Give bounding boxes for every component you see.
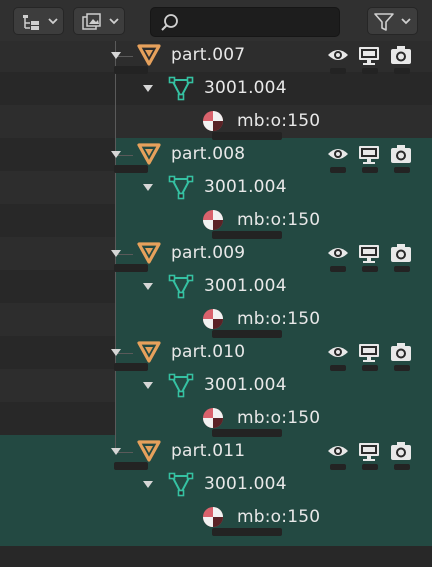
camera-icon[interactable]	[389, 142, 413, 166]
disclosure-triangle-icon	[111, 448, 121, 455]
search-icon	[161, 14, 178, 31]
mesh-data-icon	[168, 273, 194, 299]
filter-view-dropdown[interactable]	[73, 7, 125, 35]
mesh-data-row[interactable]: 3001.004	[0, 270, 432, 303]
material-icon	[200, 108, 226, 134]
eye-icon[interactable]	[326, 439, 350, 463]
disclosure-triangle-icon	[143, 382, 153, 389]
object-name[interactable]: part.010	[171, 342, 245, 362]
mesh-data-row[interactable]: 3001.004	[0, 171, 432, 204]
material-row[interactable]: mb:o:150	[0, 501, 432, 536]
search-input[interactable]	[185, 12, 333, 32]
mesh-data-name[interactable]: 3001.004	[204, 177, 287, 197]
mesh-object-icon	[136, 438, 162, 464]
object-name[interactable]: part.009	[171, 243, 245, 263]
mesh-object-icon	[136, 240, 162, 266]
eye-icon[interactable]	[326, 142, 350, 166]
expand-toggle[interactable]	[109, 147, 123, 161]
material-name[interactable]: mb:o:150	[237, 210, 320, 230]
disclosure-triangle-icon	[111, 151, 121, 158]
mesh-data-name[interactable]: 3001.004	[204, 375, 287, 395]
material-name[interactable]: mb:o:150	[237, 111, 320, 131]
mesh-data-icon	[168, 174, 194, 200]
expand-toggle[interactable]	[141, 81, 155, 95]
camera-icon[interactable]	[389, 43, 413, 67]
display-mode-dropdown[interactable]	[13, 7, 64, 35]
outliner-panel: part.007 3001.004 mb:o:150 part.008 3001.004…	[0, 0, 432, 567]
monitor-icon[interactable]	[357, 439, 381, 463]
mesh-data-name[interactable]: 3001.004	[204, 78, 287, 98]
chevron-down-icon	[109, 18, 119, 25]
mesh-object-icon	[136, 42, 162, 68]
disclosure-triangle-icon	[143, 481, 153, 488]
expand-toggle[interactable]	[141, 378, 155, 392]
material-name[interactable]: mb:o:150	[237, 507, 320, 527]
object-name[interactable]: part.008	[171, 144, 245, 164]
image-stack-icon	[82, 13, 101, 30]
mesh-data-icon	[168, 372, 194, 398]
expand-toggle[interactable]	[109, 444, 123, 458]
disclosure-triangle-icon	[111, 250, 121, 257]
expand-toggle[interactable]	[109, 345, 123, 359]
mesh-object-icon	[136, 339, 162, 365]
monitor-icon[interactable]	[357, 43, 381, 67]
expand-toggle[interactable]	[141, 180, 155, 194]
monitor-icon[interactable]	[357, 142, 381, 166]
object-row[interactable]: part.008	[0, 138, 432, 173]
mesh-data-name[interactable]: 3001.004	[204, 276, 287, 296]
object-row[interactable]: part.007	[0, 39, 432, 74]
disclosure-triangle-icon	[111, 52, 121, 59]
expand-toggle[interactable]	[141, 477, 155, 491]
material-row[interactable]: mb:o:150	[0, 105, 432, 140]
filter-dropdown[interactable]	[367, 7, 418, 35]
outliner-tree-icon	[23, 15, 39, 30]
expand-toggle[interactable]	[109, 246, 123, 260]
mesh-data-icon	[168, 75, 194, 101]
expand-toggle[interactable]	[109, 48, 123, 62]
eye-icon[interactable]	[326, 241, 350, 265]
chevron-down-icon	[48, 18, 58, 25]
material-shadow	[212, 528, 282, 536]
mesh-data-icon	[168, 471, 194, 497]
mesh-data-row[interactable]: 3001.004	[0, 72, 432, 105]
camera-icon[interactable]	[389, 340, 413, 364]
material-icon	[200, 405, 226, 431]
monitor-icon[interactable]	[357, 340, 381, 364]
mesh-data-name[interactable]: 3001.004	[204, 474, 287, 494]
material-icon	[200, 306, 226, 332]
search-box[interactable]	[150, 7, 340, 37]
mesh-data-row[interactable]: 3001.004	[0, 369, 432, 402]
object-row[interactable]: part.009	[0, 237, 432, 272]
mesh-object-icon	[136, 141, 162, 167]
camera-icon[interactable]	[389, 439, 413, 463]
chevron-down-icon	[401, 18, 411, 25]
eye-icon[interactable]	[326, 340, 350, 364]
expand-toggle[interactable]	[141, 279, 155, 293]
disclosure-triangle-icon	[143, 283, 153, 290]
material-name[interactable]: mb:o:150	[237, 408, 320, 428]
mesh-data-row[interactable]: 3001.004	[0, 468, 432, 501]
eye-icon[interactable]	[326, 43, 350, 67]
material-icon	[200, 504, 226, 530]
disclosure-triangle-icon	[143, 85, 153, 92]
disclosure-triangle-icon	[111, 349, 121, 356]
material-row[interactable]: mb:o:150	[0, 204, 432, 239]
material-row[interactable]: mb:o:150	[0, 402, 432, 437]
material-row[interactable]: mb:o:150	[0, 303, 432, 338]
material-name[interactable]: mb:o:150	[237, 309, 320, 329]
monitor-icon[interactable]	[357, 241, 381, 265]
camera-icon[interactable]	[389, 241, 413, 265]
disclosure-triangle-icon	[143, 184, 153, 191]
object-row[interactable]: part.011	[0, 435, 432, 470]
object-name[interactable]: part.007	[171, 45, 245, 65]
outliner-header	[0, 0, 432, 41]
object-row[interactable]: part.010	[0, 336, 432, 371]
material-icon	[200, 207, 226, 233]
object-name[interactable]: part.011	[171, 441, 245, 461]
filter-funnel-icon	[374, 13, 394, 31]
